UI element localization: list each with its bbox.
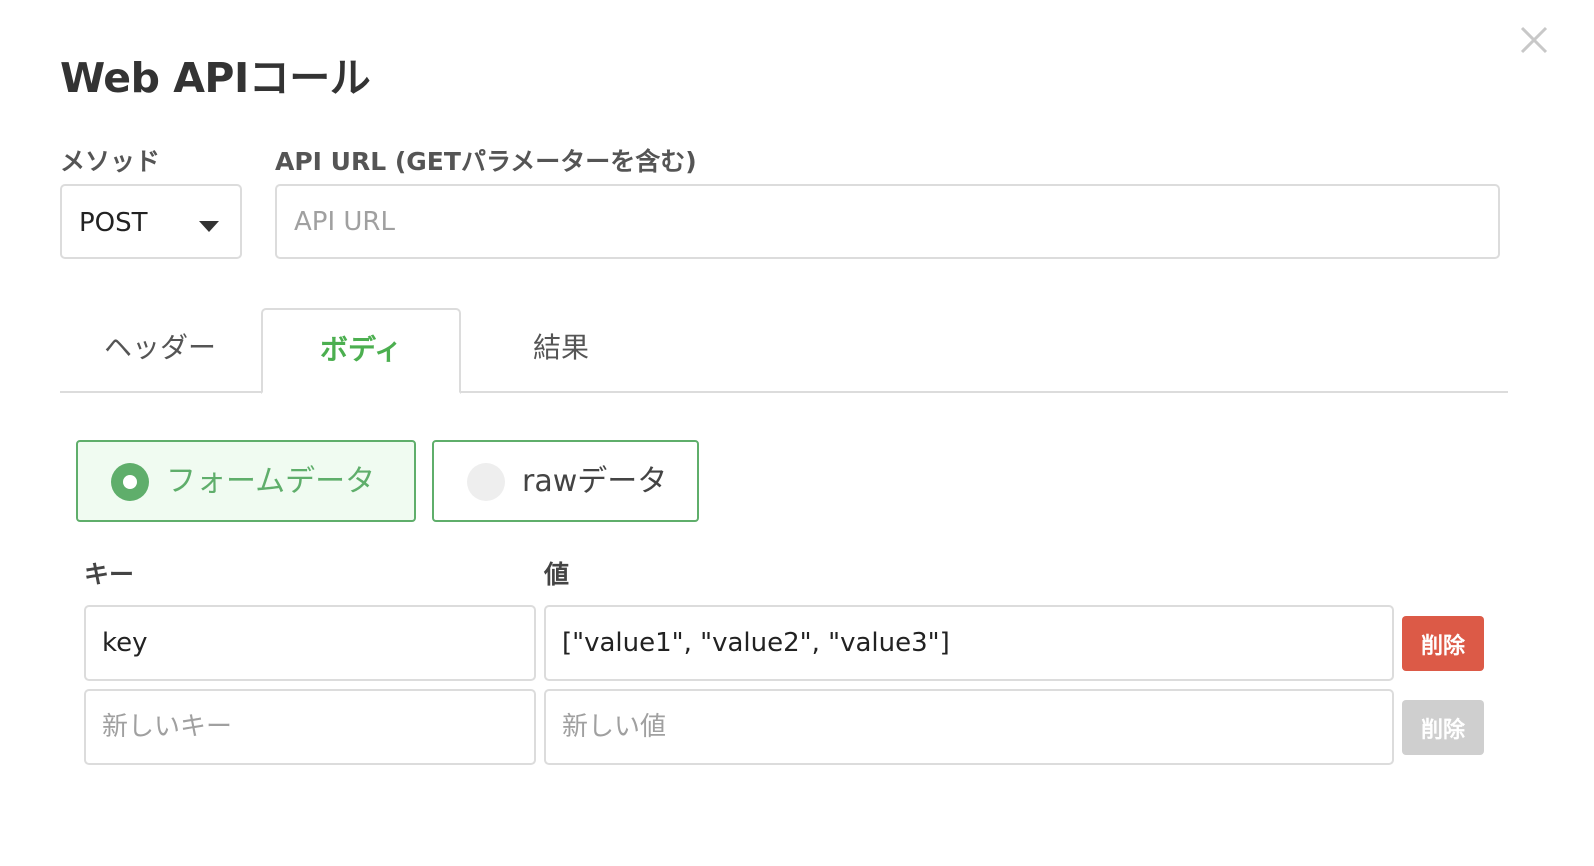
api-url-input[interactable]	[275, 184, 1500, 259]
radio-raw-data[interactable]: rawデータ	[432, 440, 699, 522]
delete-button-new-row[interactable]: 削除	[1402, 700, 1484, 755]
value-column-header: 値	[544, 560, 570, 589]
method-selected-value: POST	[79, 208, 148, 238]
tab-result[interactable]: 結果	[461, 308, 661, 392]
new-key-input[interactable]	[84, 689, 536, 765]
key-column-header: キー	[84, 560, 135, 589]
method-select[interactable]: POST	[60, 184, 242, 259]
radio-raw-data-label: rawデータ	[522, 464, 668, 499]
value-input-row-1[interactable]	[544, 605, 1394, 681]
method-label: メソッド	[60, 147, 161, 176]
tab-body[interactable]: ボディ	[261, 308, 461, 394]
key-input-row-1[interactable]	[84, 605, 536, 681]
api-url-label: API URL (GETパラメーターを含む)	[275, 147, 697, 176]
web-api-call-dialog: Web APIコール メソッド API URL (GETパラメーターを含む) P…	[0, 0, 1594, 866]
close-icon[interactable]	[1514, 20, 1554, 60]
dialog-title: Web APIコール	[60, 54, 371, 102]
radio-form-data[interactable]: フォームデータ	[76, 440, 416, 522]
caret-down-icon	[199, 218, 219, 237]
new-value-input[interactable]	[544, 689, 1394, 765]
tab-header[interactable]: ヘッダー	[60, 308, 260, 392]
delete-button-row-1[interactable]: 削除	[1402, 616, 1484, 671]
radio-checked-icon	[111, 463, 149, 501]
radio-form-data-label: フォームデータ	[166, 464, 376, 499]
radio-unchecked-icon	[467, 463, 505, 501]
